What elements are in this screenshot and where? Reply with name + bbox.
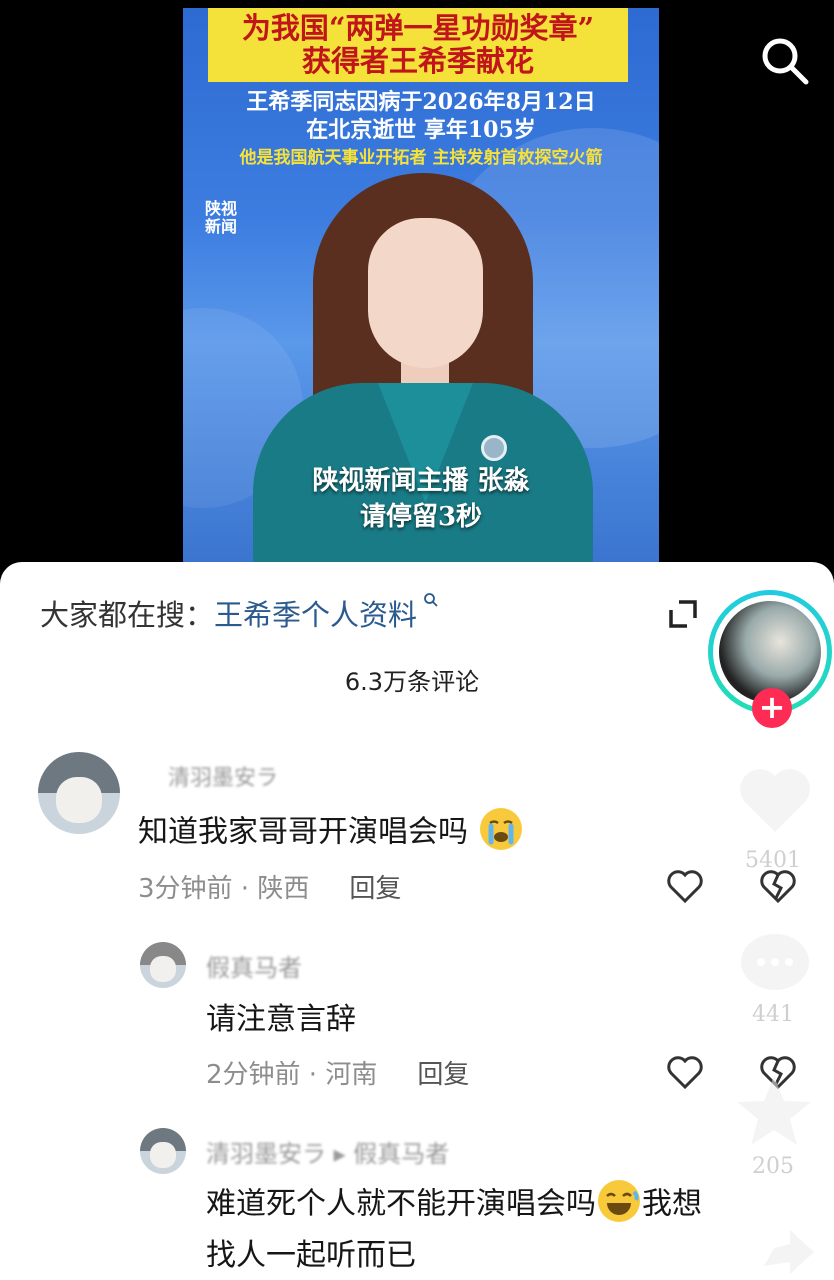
comment-meta: 2分钟前 · 河南 回复 <box>206 1060 470 1090</box>
avatar[interactable] <box>38 752 120 834</box>
comment-text-content: 我想 <box>642 1186 702 1222</box>
comment-bubble-icon[interactable] <box>737 928 813 1008</box>
comment-text: 请注意言辞 <box>206 1002 356 1037</box>
heart-icon[interactable] <box>665 1052 705 1092</box>
channel-logo-line: 陕视 <box>205 199 238 218</box>
news-title-line: 获得者王希季献花 <box>301 44 534 78</box>
comment-username[interactable]: 清羽墨安ラ <box>168 760 278 792</box>
comment-text-content: 难道死个人就不能开演唱会吗 <box>206 1186 596 1222</box>
comment-time: 3分钟前 <box>138 874 233 904</box>
laughing-emoji-icon <box>596 1178 642 1232</box>
video-player[interactable]: 为我国“两弹一星功勋奖章” 获得者王希季献花 王希季同志因病于2026年8月12… <box>0 0 834 565</box>
comment-text: 难道死个人就不能开演唱会吗 我想 <box>206 1178 702 1232</box>
anchor-caption-line: 陕视新闻主播 张淼 <box>312 466 530 496</box>
comment-text-content: 知道我家哥哥开演唱会吗 <box>138 814 468 850</box>
favorite-count: 205 <box>752 1154 794 1179</box>
hot-search-prefix: 大家都在搜： <box>40 598 215 632</box>
heart-icon[interactable] <box>735 760 815 844</box>
reply-button[interactable]: 回复 <box>349 874 401 904</box>
comment-count: 6.3万条评论 <box>344 668 480 696</box>
comment-text: 找人一起听而已 <box>206 1238 416 1273</box>
hot-search-bar[interactable]: 大家都在搜：王希季个人资料 <box>40 592 439 634</box>
comment-text: 知道我家哥哥开演唱会吗 <box>138 806 524 860</box>
follow-button[interactable]: + <box>752 688 792 728</box>
news-subtitle-line: 在北京逝世 享年105岁 <box>306 117 536 143</box>
channel-logo: 陕视 新闻 <box>205 200 249 236</box>
search-icon <box>417 592 439 613</box>
anchor-caption: 陕视新闻主播 张淼 请停留3秒 <box>183 463 659 535</box>
crying-emoji-icon <box>478 806 524 860</box>
share-icon[interactable] <box>760 1226 816 1280</box>
channel-logo-line: 新闻 <box>205 217 238 236</box>
search-icon[interactable] <box>758 34 812 88</box>
brooch <box>481 435 507 461</box>
comment-time: 2分钟前 <box>206 1060 301 1090</box>
like-count: 5401 <box>745 848 801 873</box>
star-icon[interactable] <box>735 1072 813 1154</box>
video-frame: 为我国“两弹一星功勋奖章” 获得者王希季献花 王希季同志因病于2026年8月12… <box>183 8 659 565</box>
comment-meta: 3分钟前 · 陕西 回复 <box>138 874 402 904</box>
reply-button[interactable]: 回复 <box>417 1060 469 1090</box>
avatar[interactable] <box>140 942 186 988</box>
comment-rail-count: 441 <box>752 1002 794 1027</box>
comment-username[interactable]: 假真马者 <box>206 948 302 983</box>
news-title-line: 为我国“两弹一星功勋奖章” <box>241 11 595 45</box>
comment-location: 河南 <box>325 1060 378 1090</box>
hot-search-keyword[interactable]: 王希季个人资料 <box>214 598 417 632</box>
comment-location: 陕西 <box>257 874 310 904</box>
heart-icon[interactable] <box>665 866 705 906</box>
avatar[interactable] <box>140 1128 186 1174</box>
comment-username[interactable]: 清羽墨安ラ ▸ 假真马者 <box>206 1134 449 1169</box>
news-subtitle: 王希季同志因病于2026年8月12日 在北京逝世 享年105岁 他是我国航天事业… <box>183 88 659 172</box>
news-highlight-line: 他是我国航天事业开拓者 主持发射首枚探空火箭 <box>239 148 603 168</box>
news-title-box: 为我国“两弹一星功勋奖章” 获得者王希季献花 <box>208 8 628 82</box>
comment-panel: 大家都在搜：王希季个人资料 6.3万条评论 清羽墨安ラ 知道我家哥哥开演唱会吗 … <box>0 562 834 1280</box>
expand-icon[interactable] <box>665 596 701 632</box>
news-subtitle-line: 王希季同志因病于2026年8月12日 <box>246 89 596 115</box>
anchor-caption-line: 请停留3秒 <box>359 502 483 532</box>
